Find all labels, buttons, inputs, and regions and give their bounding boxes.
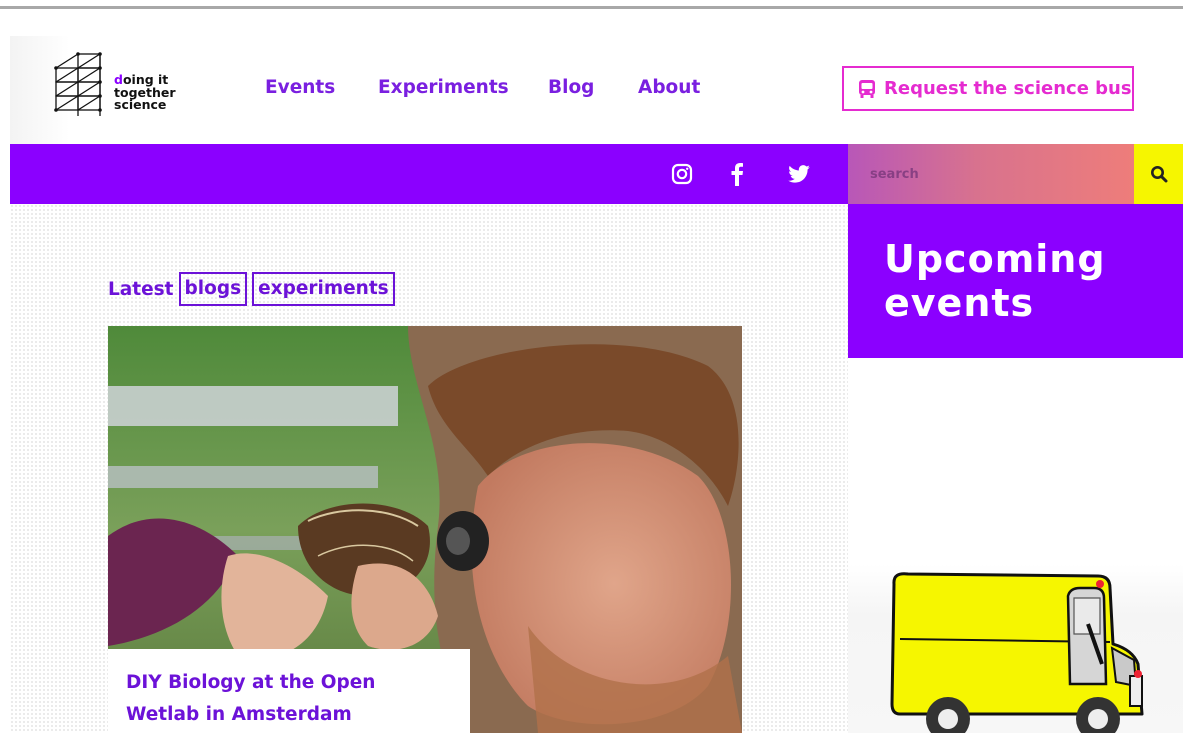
- featured-post-title[interactable]: DIY Biology at the Open Wetlab in Amster…: [108, 649, 470, 733]
- main-content: Latest blogs experiments DIY Biology at …: [10, 204, 848, 733]
- nav-item-events[interactable]: Events: [265, 77, 335, 98]
- twitter-link[interactable]: [784, 144, 814, 204]
- logo-cube-icon: [54, 52, 102, 116]
- upcoming-events-heading[interactable]: Upcoming events: [848, 204, 1183, 358]
- instagram-icon: [671, 163, 693, 185]
- social-bar: [10, 144, 848, 204]
- science-bus-icon: [890, 572, 1144, 733]
- tag-blogs[interactable]: blogs: [178, 272, 248, 306]
- site-header: doing it together science Events Experim…: [10, 36, 1183, 144]
- instagram-link[interactable]: [666, 144, 698, 204]
- facebook-icon: [731, 163, 743, 186]
- nav-item-about[interactable]: About: [638, 77, 700, 98]
- tag-experiments[interactable]: experiments: [252, 272, 395, 306]
- search-icon: [1150, 166, 1167, 183]
- sidebar: Upcoming events: [848, 204, 1183, 733]
- site-logo[interactable]: doing it together science: [54, 44, 194, 124]
- request-bus-button[interactable]: Request the science bus: [842, 66, 1134, 111]
- bus-icon: [859, 79, 875, 98]
- top-divider: [0, 6, 1183, 9]
- latest-filter: Latest blogs experiments: [108, 272, 395, 306]
- latest-label: Latest: [108, 278, 174, 300]
- science-bus-illustration: [848, 564, 1183, 733]
- request-bus-label: Request the science bus: [884, 78, 1132, 99]
- nav-item-blog[interactable]: Blog: [548, 77, 594, 98]
- search-input[interactable]: [848, 144, 1134, 204]
- facebook-link[interactable]: [722, 144, 752, 204]
- search-button[interactable]: [1134, 144, 1183, 204]
- twitter-icon: [788, 165, 810, 183]
- search-bar: [848, 144, 1134, 204]
- featured-post-card[interactable]: DIY Biology at the Open Wetlab in Amster…: [108, 326, 742, 733]
- logo-wordmark: doing it together science: [114, 73, 176, 112]
- logo-line-3: science: [114, 97, 167, 112]
- nav-item-experiments[interactable]: Experiments: [378, 77, 509, 98]
